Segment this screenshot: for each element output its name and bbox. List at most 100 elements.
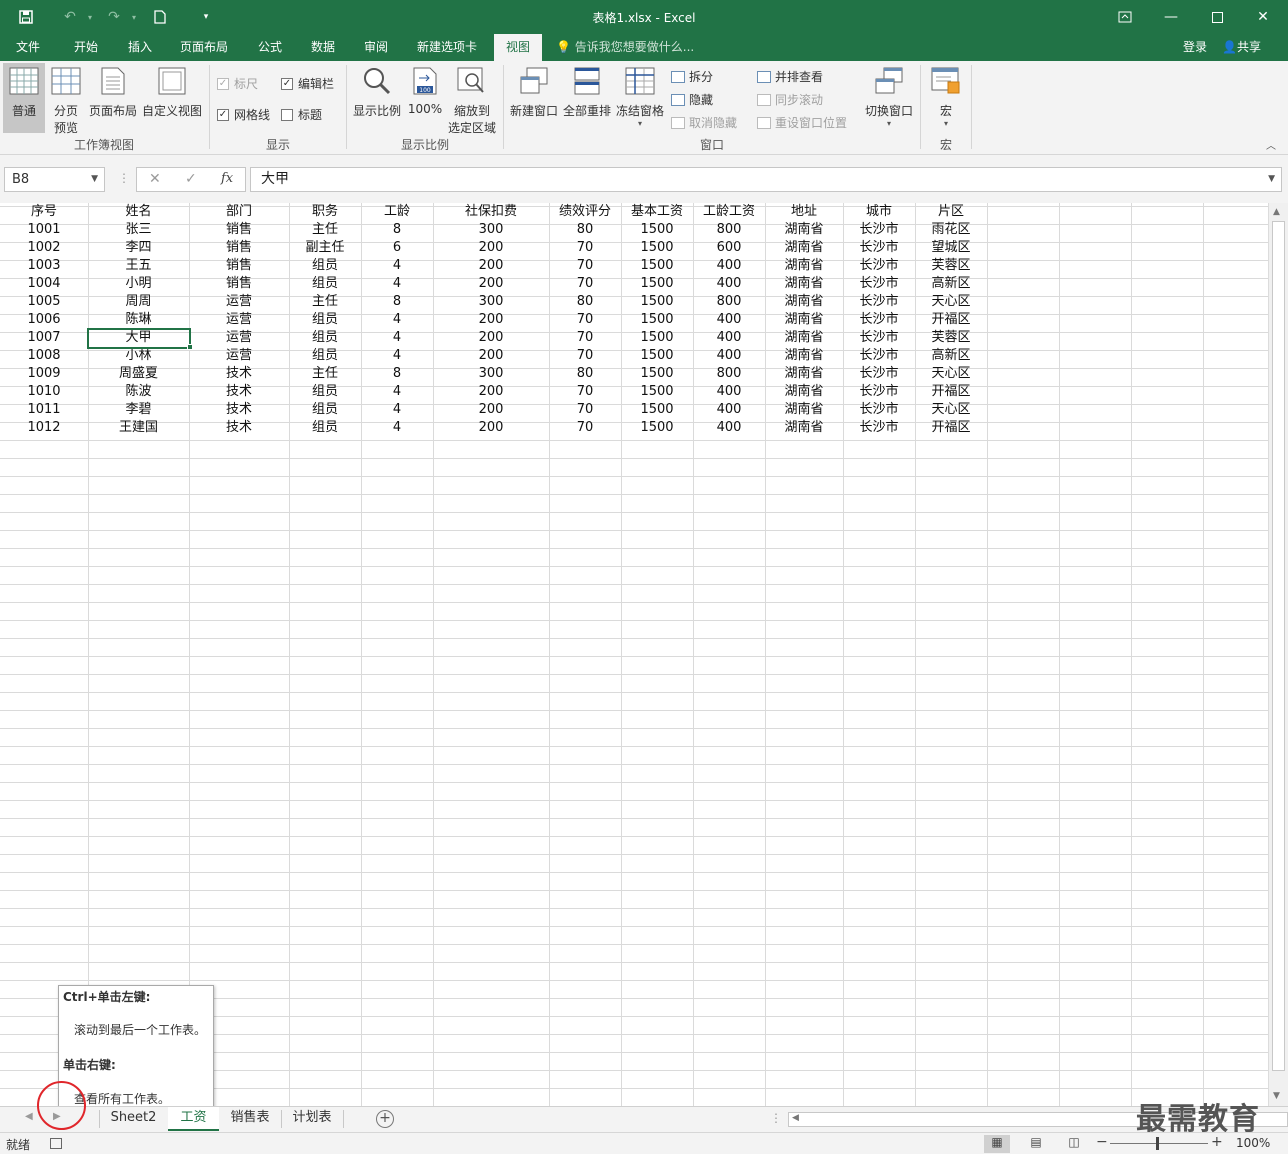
table-cell[interactable]: 6 <box>361 239 433 257</box>
table-cell[interactable]: 8 <box>361 365 433 383</box>
table-cell[interactable]: 70 <box>549 239 621 257</box>
table-cell[interactable]: 主任 <box>289 221 361 239</box>
table-cell[interactable]: 望城区 <box>915 239 987 257</box>
collapse-ribbon-icon[interactable]: ︿ <box>1266 137 1276 152</box>
sheet-tab-sheet2[interactable]: Sheet2 <box>100 1107 167 1131</box>
scroll-up-icon[interactable]: ▲ <box>1273 207 1280 217</box>
table-cell[interactable]: 300 <box>433 221 549 239</box>
table-cell[interactable]: 1500 <box>621 419 693 437</box>
table-cell[interactable]: 王五 <box>88 257 189 275</box>
table-cell[interactable]: 200 <box>433 347 549 365</box>
table-cell[interactable]: 4 <box>361 347 433 365</box>
table-cell[interactable]: 组员 <box>289 311 361 329</box>
table-cell[interactable]: 湖南省 <box>765 401 843 419</box>
table-cell[interactable]: 销售 <box>189 221 289 239</box>
zoom-percent[interactable]: 100% <box>1236 1136 1270 1150</box>
table-cell[interactable]: 长沙市 <box>843 257 915 275</box>
table-cell[interactable]: 200 <box>433 383 549 401</box>
normal-view-button[interactable]: 普通 <box>3 63 45 133</box>
zoom-slider-thumb[interactable] <box>1156 1137 1159 1150</box>
table-cell[interactable]: 长沙市 <box>843 383 915 401</box>
ruler-checkbox[interactable]: ✓ 标尺 <box>217 75 258 92</box>
table-cell[interactable]: 70 <box>549 329 621 347</box>
table-cell[interactable]: 组员 <box>289 347 361 365</box>
table-cell[interactable]: 湖南省 <box>765 275 843 293</box>
table-cell[interactable]: 陈琳 <box>88 311 189 329</box>
table-cell[interactable]: 运营 <box>189 329 289 347</box>
table-cell[interactable]: 200 <box>433 257 549 275</box>
header-cell[interactable]: 城市 <box>843 203 915 221</box>
table-cell[interactable]: 4 <box>361 275 433 293</box>
table-cell[interactable]: 长沙市 <box>843 329 915 347</box>
zoom-out-icon[interactable]: − <box>1096 1134 1108 1150</box>
table-cell[interactable]: 200 <box>433 311 549 329</box>
table-cell[interactable]: 组员 <box>289 329 361 347</box>
sync-scroll-button[interactable]: 同步滚动 <box>757 91 823 108</box>
header-cell[interactable]: 序号 <box>0 203 88 221</box>
table-cell[interactable]: 8 <box>361 221 433 239</box>
enter-icon[interactable]: ✓ <box>185 171 197 187</box>
new-window-button[interactable]: 新建窗口 <box>508 63 560 133</box>
table-cell[interactable]: 70 <box>549 419 621 437</box>
table-cell[interactable]: 组员 <box>289 383 361 401</box>
table-cell[interactable]: 1006 <box>0 311 88 329</box>
table-cell[interactable]: 1500 <box>621 329 693 347</box>
table-cell[interactable]: 湖南省 <box>765 329 843 347</box>
table-cell[interactable]: 天心区 <box>915 401 987 419</box>
table-cell[interactable]: 陈波 <box>88 383 189 401</box>
table-cell[interactable]: 400 <box>693 275 765 293</box>
table-cell[interactable]: 张三 <box>88 221 189 239</box>
share-button[interactable]: 👤共享 <box>1222 34 1261 60</box>
freeze-panes-button[interactable]: 冻结窗格 ▾ <box>614 63 666 133</box>
worksheet-grid[interactable]: 序号 姓名 部门 职务 工龄 社保扣费 绩效评分 基本工资 工龄工资 地址 城市 片区 1001 张三 销售… <box>0 203 1268 1106</box>
table-cell[interactable]: 4 <box>361 419 433 437</box>
table-cell[interactable]: 组员 <box>289 419 361 437</box>
table-cell[interactable]: 200 <box>433 401 549 419</box>
table-cell[interactable]: 长沙市 <box>843 365 915 383</box>
table-cell[interactable]: 400 <box>693 347 765 365</box>
table-cell[interactable]: 1001 <box>0 221 88 239</box>
header-cell[interactable]: 职务 <box>289 203 361 221</box>
expand-formula-bar-icon[interactable]: ▼ <box>1268 168 1275 191</box>
table-cell[interactable]: 1500 <box>621 311 693 329</box>
custom-views-button[interactable]: 自定义视图 <box>140 63 204 133</box>
table-cell[interactable]: 高新区 <box>915 347 987 365</box>
zoom-100-button[interactable]: 100 100% <box>406 63 444 133</box>
table-cell[interactable]: 400 <box>693 311 765 329</box>
name-box-dropdown-icon[interactable]: ▼ <box>91 168 98 191</box>
table-cell[interactable]: 组员 <box>289 401 361 419</box>
zoom-in-icon[interactable]: + <box>1211 1134 1223 1150</box>
table-cell[interactable]: 开福区 <box>915 383 987 401</box>
table-cell[interactable]: 李四 <box>88 239 189 257</box>
name-box[interactable]: B8 ▼ <box>4 167 105 192</box>
table-cell[interactable]: 1002 <box>0 239 88 257</box>
table-cell[interactable]: 长沙市 <box>843 311 915 329</box>
table-cell[interactable]: 湖南省 <box>765 293 843 311</box>
table-cell[interactable]: 运营 <box>189 311 289 329</box>
table-cell[interactable]: 长沙市 <box>843 293 915 311</box>
header-cell[interactable]: 地址 <box>765 203 843 221</box>
table-cell[interactable]: 技术 <box>189 365 289 383</box>
table-cell[interactable]: 400 <box>693 383 765 401</box>
tab-new-tab[interactable]: 新建选项卡 <box>408 34 486 61</box>
table-cell[interactable]: 1500 <box>621 347 693 365</box>
table-cell[interactable]: 组员 <box>289 257 361 275</box>
table-cell[interactable]: 200 <box>433 275 549 293</box>
tab-page-layout[interactable]: 页面布局 <box>172 34 236 61</box>
table-cell[interactable]: 天心区 <box>915 293 987 311</box>
table-cell[interactable]: 4 <box>361 329 433 347</box>
page-layout-status-icon[interactable]: ▤ <box>1023 1135 1049 1153</box>
table-cell[interactable]: 李碧 <box>88 401 189 419</box>
table-cell[interactable]: 300 <box>433 293 549 311</box>
table-cell[interactable]: 湖南省 <box>765 221 843 239</box>
table-cell[interactable]: 运营 <box>189 293 289 311</box>
table-cell[interactable]: 湖南省 <box>765 347 843 365</box>
table-cell[interactable]: 销售 <box>189 239 289 257</box>
tab-file[interactable]: 文件 <box>4 34 52 61</box>
minimize-icon[interactable]: — <box>1148 0 1194 34</box>
header-cell[interactable]: 绩效评分 <box>549 203 621 221</box>
table-cell[interactable]: 组员 <box>289 275 361 293</box>
zoom-button[interactable]: 显示比例 <box>350 63 404 133</box>
table-cell[interactable]: 周周 <box>88 293 189 311</box>
table-cell[interactable]: 1011 <box>0 401 88 419</box>
